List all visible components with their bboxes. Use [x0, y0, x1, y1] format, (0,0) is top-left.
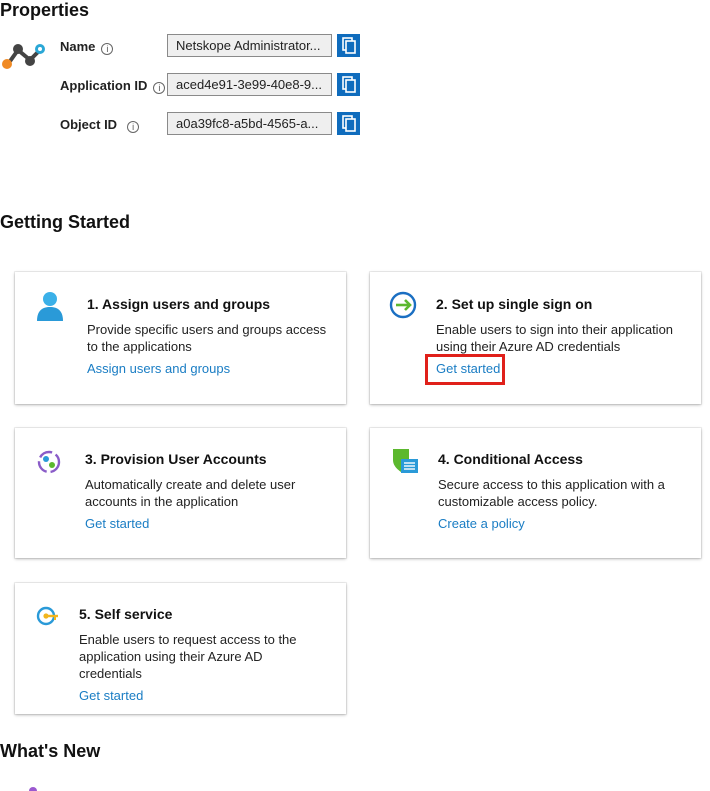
card-description: Secure access to this application with a… [438, 477, 665, 509]
card-provision-users: 3. Provision User Accounts Automatically… [15, 428, 346, 558]
self-service-get-started-link[interactable]: Get started [79, 688, 143, 703]
copy-icon [342, 37, 356, 54]
copy-icon [342, 76, 356, 93]
whats-new-heading: What's New [0, 741, 101, 761]
info-icon[interactable]: i [127, 121, 140, 133]
copy-object-id-button[interactable] [337, 112, 360, 135]
name-field[interactable]: Netskope Administrator... [167, 34, 332, 57]
card-assign-users: 1. Assign users and groups Provide speci… [15, 272, 346, 404]
create-policy-link[interactable]: Create a policy [438, 516, 525, 531]
card-title: 4. Conditional Access [438, 451, 583, 467]
application-id-label: Application ID i [60, 78, 166, 94]
card-title: 5. Self service [79, 606, 173, 622]
card-title: 1. Assign users and groups [87, 296, 271, 312]
whats-new-icon [29, 787, 37, 791]
card-single-sign-on: 2. Set up single sign on Enable users to… [370, 272, 701, 404]
card-description: Provide specific users and groups access… [87, 322, 327, 354]
copy-name-button[interactable] [337, 34, 360, 57]
getting-started-heading: Getting Started [0, 212, 131, 232]
card-description: Automatically create and delete user acc… [85, 477, 296, 509]
app-logo-icon [2, 44, 45, 69]
sign-in-arrow-icon [389, 291, 417, 319]
highlight-box [425, 354, 505, 385]
info-icon[interactable]: i [153, 82, 166, 94]
application-id-field[interactable]: aced4e91-3e99-40e8-9... [167, 73, 332, 96]
assign-users-link[interactable]: Assign users and groups [87, 361, 230, 376]
user-icon [37, 292, 63, 321]
copy-icon [342, 115, 356, 132]
card-self-service: 5. Self service Enable users to request … [15, 583, 346, 714]
card-conditional-access: 4. Conditional Access Secure access to t… [370, 428, 701, 558]
copy-application-id-button[interactable] [337, 73, 360, 96]
card-title: 3. Provision User Accounts [85, 451, 267, 467]
self-service-key-icon [36, 606, 58, 626]
card-title: 2. Set up single sign on [436, 296, 593, 312]
object-id-field[interactable]: a0a39fc8-a5bd-4565-a... [167, 112, 332, 135]
properties-heading: Properties [0, 0, 90, 20]
info-icon[interactable]: i [101, 43, 114, 55]
name-label: Name i [60, 39, 114, 55]
object-id-label: Object ID i [60, 117, 140, 133]
card-description: Enable users to request access to the ap… [79, 632, 297, 681]
card-description: Enable users to sign into their applicat… [436, 322, 674, 354]
shield-policy-icon [393, 449, 418, 473]
provision-get-started-link[interactable]: Get started [85, 516, 149, 531]
provisioning-icon [37, 450, 61, 474]
